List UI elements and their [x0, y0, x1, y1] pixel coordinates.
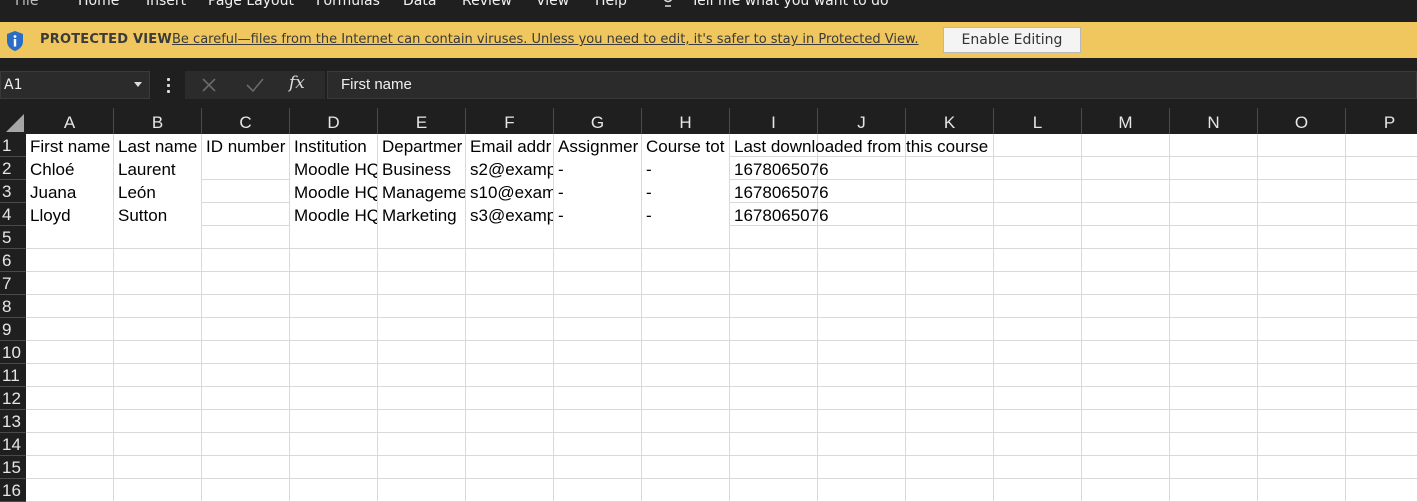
- row-header[interactable]: 8: [0, 295, 26, 318]
- formula-bar: A1 fx First name: [0, 58, 1417, 108]
- cell-D1[interactable]: Institution: [290, 134, 377, 157]
- column-header[interactable]: N: [1170, 108, 1258, 134]
- cell-I3[interactable]: 1678065076: [730, 180, 829, 203]
- select-all-button[interactable]: [0, 108, 26, 134]
- cell-B3[interactable]: León: [114, 180, 201, 203]
- tab-help[interactable]: Help: [595, 0, 627, 9]
- tell-me-search[interactable]: Tell me what you want to do: [691, 0, 889, 9]
- cell-A2[interactable]: Chloé: [26, 157, 113, 180]
- cell-A4[interactable]: Lloyd: [26, 203, 113, 226]
- row-header[interactable]: 1: [0, 134, 26, 157]
- cell-H3[interactable]: -: [642, 180, 729, 203]
- column-header[interactable]: A: [26, 108, 114, 134]
- tab-file[interactable]: File: [15, 0, 38, 9]
- column-header[interactable]: I: [730, 108, 818, 134]
- cell-E1[interactable]: Departmer: [378, 134, 465, 157]
- cell-F3[interactable]: s10@exam: [466, 180, 553, 203]
- protected-view-title: PROTECTED VIEW: [40, 32, 172, 47]
- row-headers: 1 2 3 4 5 6 7 8 9 10 11 12 13 14 15 16: [0, 134, 26, 502]
- cell-B1[interactable]: Last name: [114, 134, 201, 157]
- row-header[interactable]: 2: [0, 157, 26, 180]
- cell-G3[interactable]: -: [554, 180, 641, 203]
- cell-H2[interactable]: -: [642, 157, 729, 180]
- row-header[interactable]: 12: [0, 387, 26, 410]
- cell-F4[interactable]: s3@examp: [466, 203, 553, 226]
- tab-view[interactable]: View: [536, 0, 569, 9]
- formula-input[interactable]: First name: [327, 71, 1417, 99]
- cell-G1[interactable]: Assignmer: [554, 134, 641, 157]
- column-header[interactable]: F: [466, 108, 554, 134]
- cell-H1[interactable]: Course tot: [642, 134, 729, 157]
- column-header[interactable]: K: [906, 108, 994, 134]
- column-header[interactable]: L: [994, 108, 1082, 134]
- cell-H4[interactable]: -: [642, 203, 729, 226]
- column-header[interactable]: G: [554, 108, 642, 134]
- enable-editing-button[interactable]: Enable Editing: [943, 27, 1081, 53]
- cell-C1[interactable]: ID number: [202, 134, 289, 157]
- cell-A3[interactable]: Juana: [26, 180, 113, 203]
- row-header[interactable]: 16: [0, 479, 26, 502]
- tab-formulas[interactable]: Formulas: [316, 0, 380, 9]
- cell-E4[interactable]: Marketing: [378, 203, 465, 226]
- tab-home[interactable]: Home: [78, 0, 119, 9]
- tab-page-layout[interactable]: Page Layout: [208, 0, 294, 9]
- cell-G4[interactable]: -: [554, 203, 641, 226]
- cell-D4[interactable]: Moodle HQ: [290, 203, 377, 226]
- row-header[interactable]: 15: [0, 456, 26, 479]
- cell-D3[interactable]: Moodle HQ: [290, 180, 377, 203]
- cell-D2[interactable]: Moodle HQ: [290, 157, 377, 180]
- row-header[interactable]: 6: [0, 249, 26, 272]
- shield-info-icon: [7, 31, 23, 51]
- cell-I4[interactable]: 1678065076: [730, 203, 829, 226]
- cell-G2[interactable]: -: [554, 157, 641, 180]
- row-header[interactable]: 11: [0, 364, 26, 387]
- column-header[interactable]: D: [290, 108, 378, 134]
- column-header[interactable]: P: [1346, 108, 1417, 134]
- row-header[interactable]: 3: [0, 180, 26, 203]
- column-headers: ABCDEFGHIJKLMNOP: [26, 108, 1417, 134]
- row-header[interactable]: 5: [0, 226, 26, 249]
- protected-view-message[interactable]: Be careful—files from the Internet can c…: [172, 32, 919, 47]
- lightbulb-icon: [663, 0, 673, 7]
- column-header[interactable]: E: [378, 108, 466, 134]
- cell-area[interactable]: First name Last name ID number Institution D…: [26, 134, 1417, 502]
- column-header[interactable]: C: [202, 108, 290, 134]
- cell-A1[interactable]: First name: [26, 134, 113, 157]
- row-header[interactable]: 9: [0, 318, 26, 341]
- cell-F2[interactable]: s2@examp: [466, 157, 553, 180]
- cell-B4[interactable]: Sutton: [114, 203, 201, 226]
- column-header[interactable]: H: [642, 108, 730, 134]
- chevron-down-icon[interactable]: [134, 82, 142, 87]
- row-header[interactable]: 7: [0, 272, 26, 295]
- name-box[interactable]: A1: [0, 71, 150, 99]
- insert-function-icon[interactable]: fx: [289, 73, 305, 93]
- row-header[interactable]: 4: [0, 203, 26, 226]
- cell-F1[interactable]: Email addr: [466, 134, 553, 157]
- column-header[interactable]: O: [1258, 108, 1346, 134]
- protected-view-bar: PROTECTED VIEW Be careful—files from the…: [0, 22, 1417, 58]
- spreadsheet-grid: ABCDEFGHIJKLMNOP 1 2 3 4 5 6 7 8 9 10 11 12 13 14 15 16…: [0, 108, 1417, 502]
- column-header[interactable]: B: [114, 108, 202, 134]
- cell-I2[interactable]: 1678065076: [730, 157, 829, 180]
- cell-B2[interactable]: Laurent: [114, 157, 201, 180]
- tab-review[interactable]: Review: [462, 0, 512, 9]
- cell-I1[interactable]: Last downloaded from this course: [730, 134, 988, 157]
- more-options-icon[interactable]: [167, 78, 171, 94]
- row-header[interactable]: 10: [0, 341, 26, 364]
- cell-E2[interactable]: Business: [378, 157, 465, 180]
- checkmark-icon[interactable]: [244, 76, 266, 94]
- row-header[interactable]: 14: [0, 433, 26, 456]
- cell-E3[interactable]: Manageme: [378, 180, 465, 203]
- tab-data[interactable]: Data: [403, 0, 436, 9]
- ribbon-tabs: File Home Insert Page Layout Formulas Da…: [0, 0, 1417, 22]
- row-header[interactable]: 13: [0, 410, 26, 433]
- column-header[interactable]: J: [818, 108, 906, 134]
- tab-insert[interactable]: Insert: [146, 0, 186, 9]
- column-header[interactable]: M: [1082, 108, 1170, 134]
- cancel-icon[interactable]: [200, 76, 218, 94]
